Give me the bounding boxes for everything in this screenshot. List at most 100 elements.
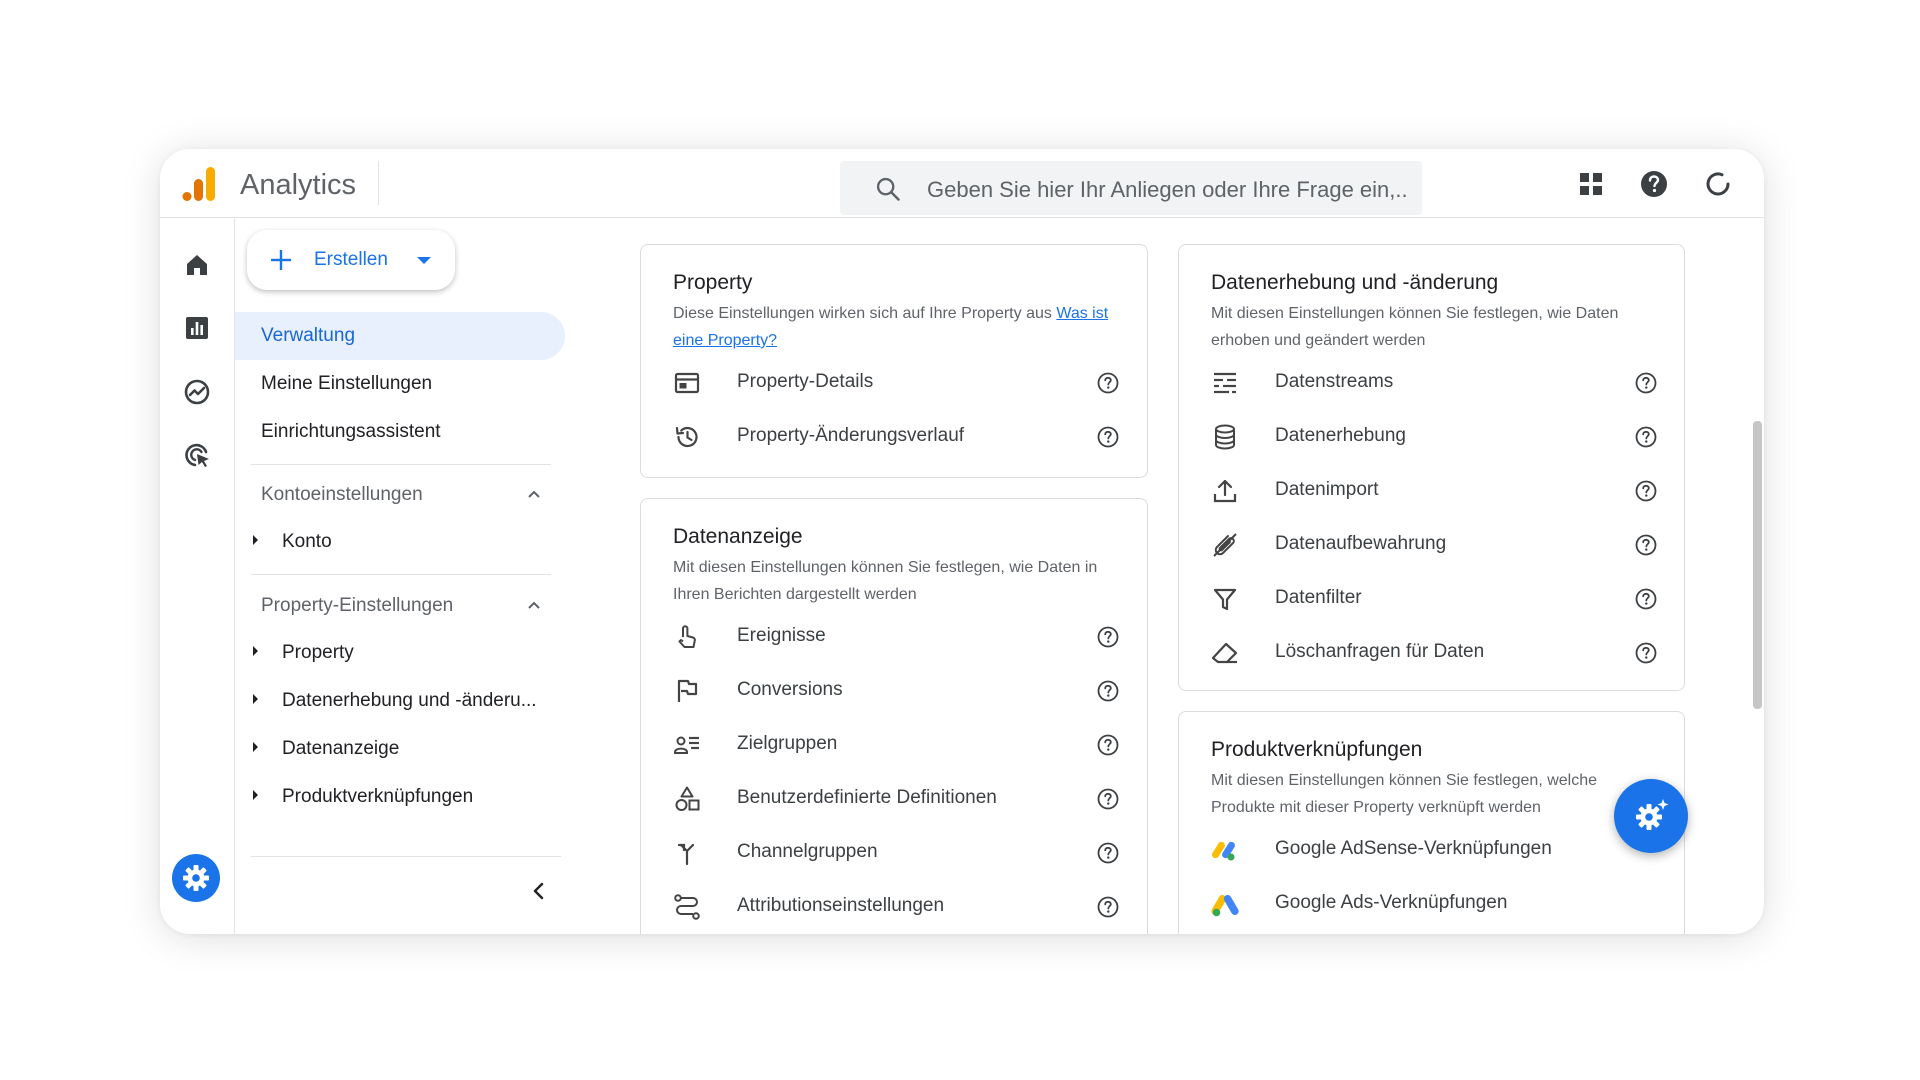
database-icon — [1215, 424, 1235, 450]
row-label: Attributionseinstellungen — [737, 895, 945, 916]
row-label: Property-Änderungsverlauf — [737, 425, 965, 446]
card-title: Datenanzeige — [673, 525, 803, 548]
chevron-up-icon — [528, 601, 540, 609]
help-circle-icon[interactable] — [1097, 426, 1119, 448]
channel-merge-icon — [677, 843, 695, 866]
expand-arrow-icon — [253, 742, 258, 752]
help-icon[interactable] — [1639, 169, 1669, 199]
search-input[interactable] — [925, 175, 1409, 205]
row-datenaufbewahrung[interactable]: Datenaufbewahrung — [1179, 519, 1684, 569]
help-circle-icon[interactable] — [1097, 788, 1119, 810]
admin-nav-panel: Erstellen Verwaltung Meine Einstellungen… — [235, 218, 570, 934]
explore-icon[interactable] — [183, 378, 211, 406]
admin-button[interactable] — [172, 854, 220, 902]
analytics-window: Analytics Geben Sie hier Ihr Anliegen od… — [160, 149, 1764, 934]
help-circle-icon[interactable] — [1635, 372, 1657, 394]
main-scrollbar[interactable] — [1753, 421, 1762, 709]
refresh-icon[interactable] — [1703, 169, 1733, 199]
card-title: Property — [673, 271, 753, 294]
row-datenstreams[interactable]: Datenstreams — [1179, 357, 1684, 407]
help-circle-icon[interactable] — [1097, 734, 1119, 756]
help-circle-icon[interactable] — [1635, 588, 1657, 610]
card-description: Mit diesen Einstellungen können Sie fest… — [673, 559, 1098, 603]
history-icon — [675, 426, 698, 448]
row-datenfilter[interactable]: Datenfilter — [1179, 573, 1684, 623]
search-bar[interactable] — [840, 161, 1422, 215]
help-circle-icon[interactable] — [1097, 372, 1119, 394]
row-property-details[interactable]: Property-Details — [641, 357, 1147, 407]
row-datenerhebung[interactable]: Datenerhebung — [1179, 411, 1684, 461]
row-label: Datenerhebung — [1275, 425, 1406, 446]
row-google-ads-links[interactable]: Google Ads-Verknüpfungen — [1179, 878, 1684, 928]
card-datenerhebung: Datenerhebung und -änderung Mit diesen E… — [1178, 244, 1685, 691]
sub-item-datenerhebung[interactable]: Datenerhebung und -änderu... — [235, 678, 565, 722]
reports-icon[interactable] — [183, 314, 211, 342]
sub-item-datenanzeige[interactable]: Datenanzeige — [235, 726, 565, 770]
help-circle-icon[interactable] — [1097, 626, 1119, 648]
row-benutzerdefinierte-definitionen[interactable]: Benutzerdefinierte Definitionen — [641, 773, 1147, 823]
row-attributionseinstellungen[interactable]: Attributionseinstellungen — [641, 881, 1147, 931]
row-label: Datenimport — [1275, 479, 1379, 500]
row-channelgruppen[interactable]: Channelgruppen — [641, 827, 1147, 877]
nav-item-verwaltung[interactable]: Verwaltung — [235, 312, 565, 360]
nav-item-meine-einstellungen[interactable]: Meine Einstellungen — [235, 360, 565, 408]
plus-icon — [271, 250, 291, 270]
section-label: Property-Einstellungen — [261, 595, 454, 616]
upload-icon — [1213, 479, 1237, 503]
settings-assistant-fab[interactable] — [1614, 779, 1688, 853]
row-conversions[interactable]: Conversions — [641, 665, 1147, 715]
section-property-einstellungen[interactable]: Property-Einstellungen — [235, 582, 565, 628]
sub-item-produktverknuepfungen[interactable]: Produktverknüpfungen — [235, 774, 565, 818]
row-loeschanfragen[interactable]: Löschanfragen für Daten — [1179, 627, 1684, 677]
section-kontoeinstellungen[interactable]: Kontoeinstellungen — [235, 471, 565, 517]
title-divider — [378, 161, 379, 205]
touch-icon — [678, 625, 696, 648]
filter-icon — [1213, 588, 1237, 611]
row-label: Benutzerdefinierte Definitionen — [737, 787, 997, 808]
collapse-nav-icon[interactable] — [527, 879, 551, 903]
google-ads-logo-icon — [1211, 894, 1239, 917]
sub-item-label: Property — [282, 642, 354, 663]
help-circle-icon[interactable] — [1635, 642, 1657, 664]
sub-item-property[interactable]: Property — [235, 630, 565, 674]
card-title: Produktverknüpfungen — [1211, 738, 1423, 761]
row-label: Datenfilter — [1275, 587, 1362, 608]
expand-arrow-icon — [253, 646, 258, 656]
nav-item-label: Meine Einstellungen — [261, 373, 433, 394]
help-circle-icon[interactable] — [1097, 896, 1119, 918]
property-details-icon — [674, 372, 700, 394]
eraser-icon — [1211, 642, 1238, 664]
row-label: Datenaufbewahrung — [1275, 533, 1447, 554]
create-button[interactable]: Erstellen — [247, 230, 455, 290]
expand-arrow-icon — [253, 535, 258, 545]
card-title: Datenerhebung und -änderung — [1211, 271, 1499, 294]
analytics-logo-icon[interactable] — [180, 165, 218, 203]
retention-icon — [1213, 533, 1237, 557]
help-circle-icon[interactable] — [1097, 680, 1119, 702]
help-circle-icon[interactable] — [1635, 426, 1657, 448]
row-label: Löschanfragen für Daten — [1275, 641, 1485, 662]
app-title: Analytics — [240, 169, 357, 201]
help-circle-icon[interactable] — [1635, 534, 1657, 556]
sub-item-konto[interactable]: Konto — [235, 519, 565, 563]
help-circle-icon[interactable] — [1635, 480, 1657, 502]
advertising-icon[interactable] — [183, 441, 211, 469]
row-adsense-links[interactable]: Google AdSense-Verknüpfungen — [1179, 824, 1684, 874]
row-label: Property-Details — [737, 371, 874, 392]
sub-item-label: Datenanzeige — [282, 738, 400, 759]
row-zielgruppen[interactable]: Zielgruppen — [641, 719, 1147, 769]
card-description: Diese Einstellungen wirken sich auf Ihre… — [673, 300, 1119, 354]
shapes-icon — [675, 786, 700, 811]
chevron-up-icon — [528, 490, 540, 498]
help-circle-icon[interactable] — [1097, 842, 1119, 864]
row-label: Ereignisse — [737, 625, 826, 646]
settings-sparkle-icon — [1636, 799, 1669, 830]
row-datenimport[interactable]: Datenimport — [1179, 465, 1684, 515]
row-label: Conversions — [737, 679, 843, 700]
row-ereignisse[interactable]: Ereignisse — [641, 611, 1147, 661]
apps-grid-icon[interactable] — [1576, 169, 1606, 199]
top-bar: Analytics — [160, 149, 1764, 218]
row-property-aenderungsverlauf[interactable]: Property-Änderungsverlauf — [641, 411, 1147, 461]
home-icon[interactable] — [183, 251, 211, 279]
nav-item-einrichtungsassistent[interactable]: Einrichtungsassistent — [235, 408, 565, 456]
